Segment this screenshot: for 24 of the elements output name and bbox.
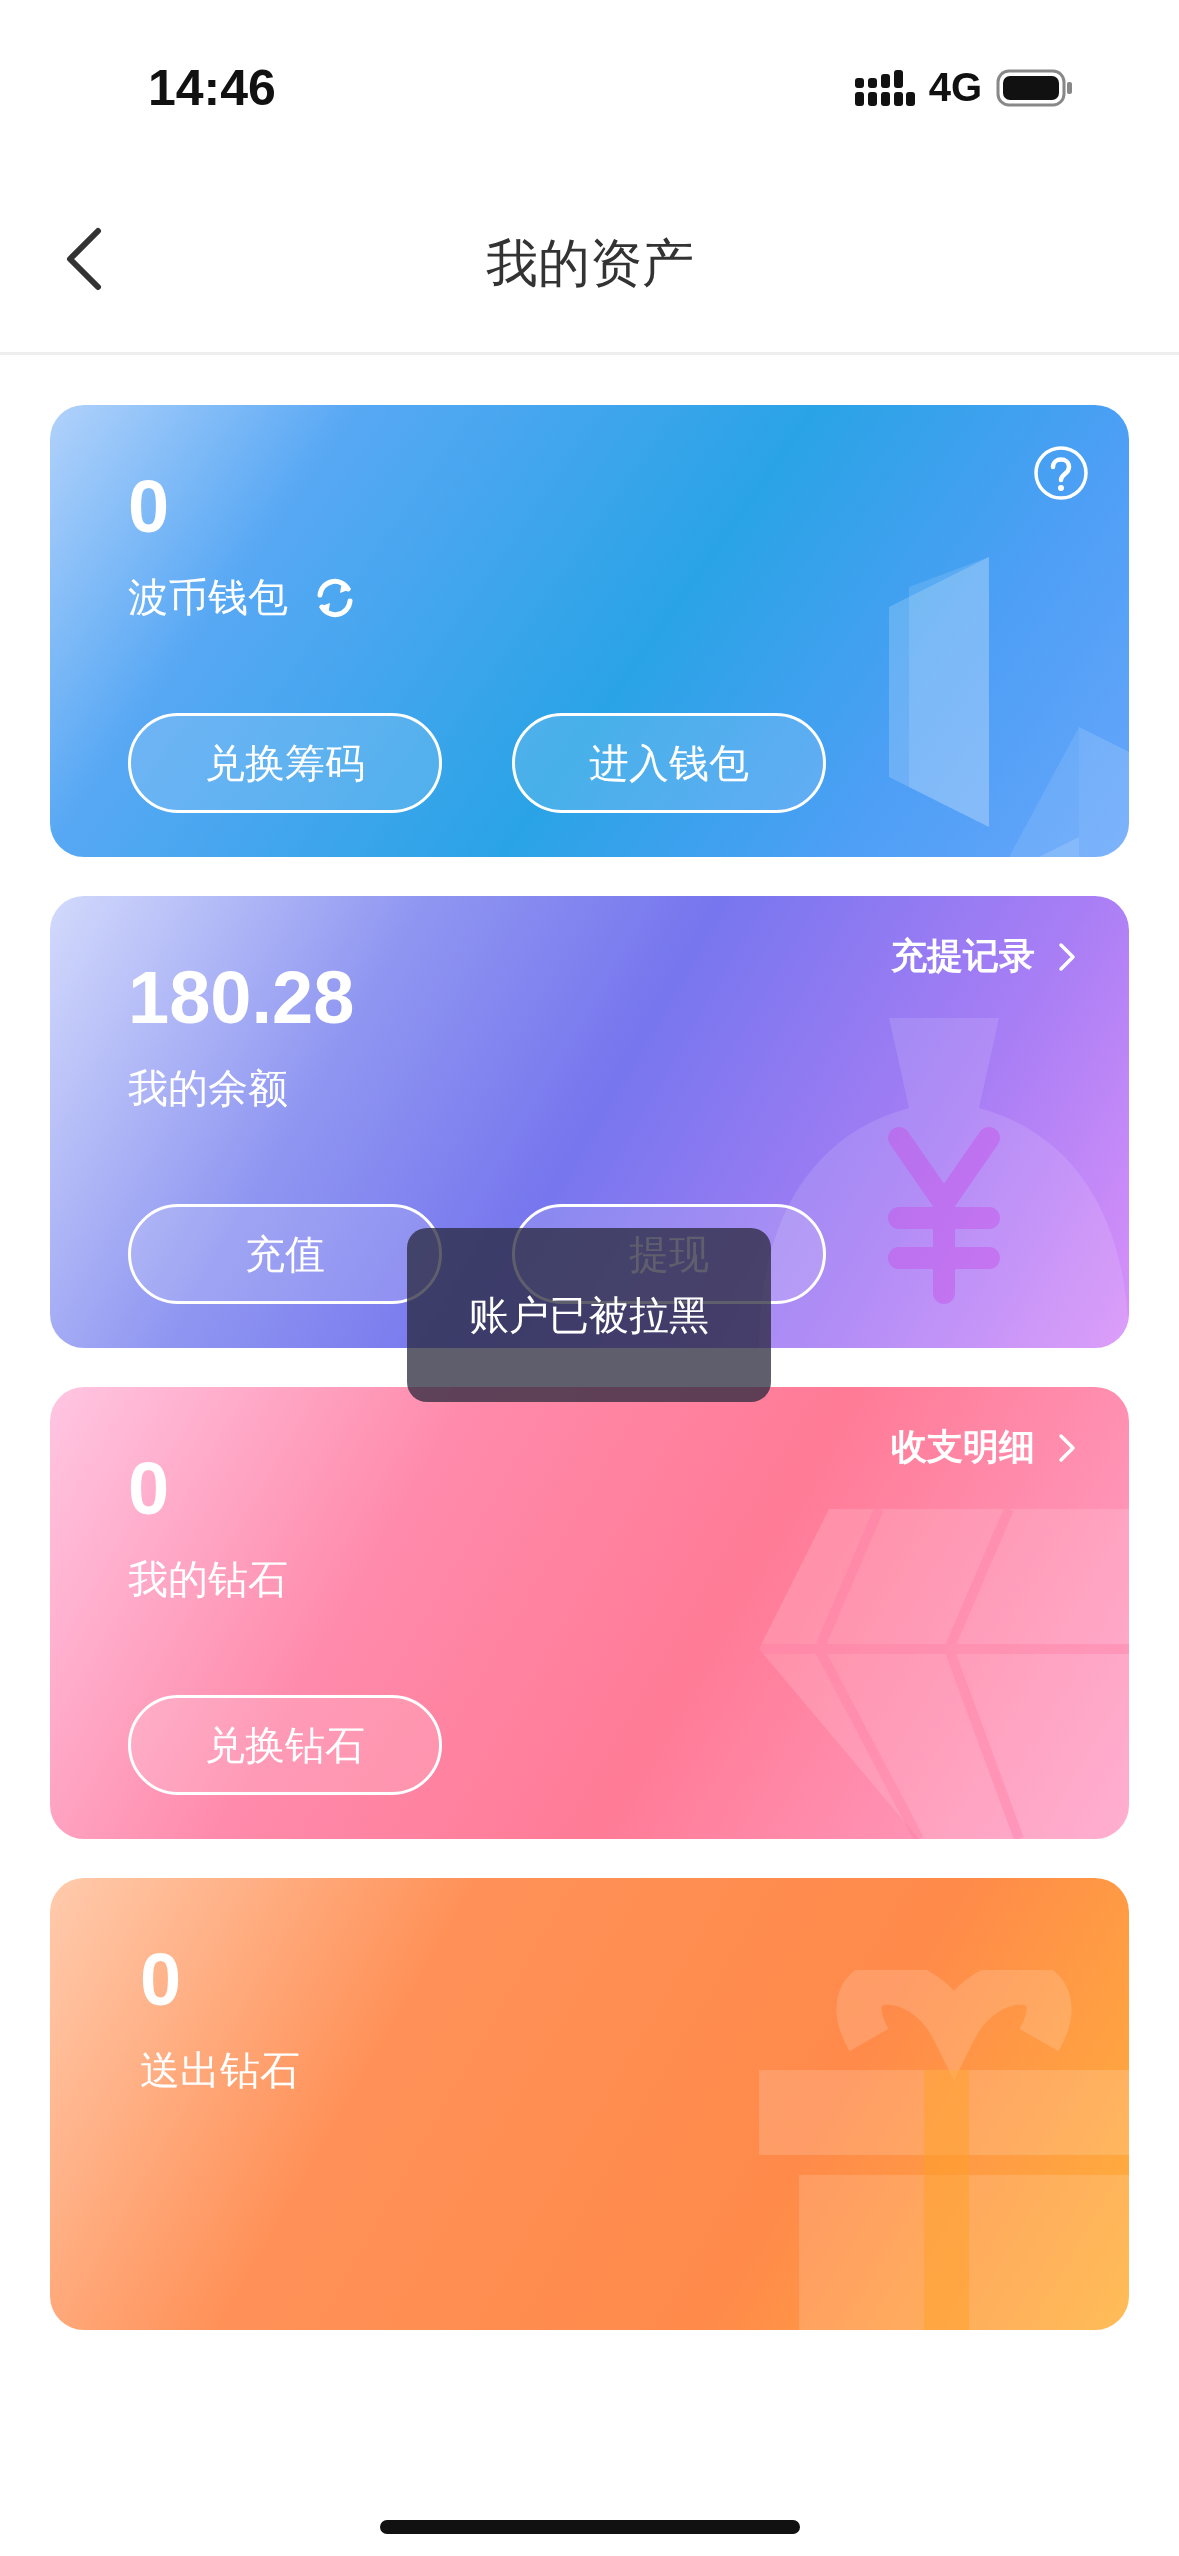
asset-label: 我的余额 [128, 1064, 288, 1113]
amount-value: 180.28 [128, 961, 355, 1035]
asset-label: 我的钻石 [128, 1555, 288, 1604]
record-link[interactable]: 收支明细 [891, 1423, 1077, 1472]
status-time: 14:46 [148, 58, 276, 117]
network-label: 4G [928, 65, 982, 110]
gift-icon [759, 1970, 1129, 2330]
action-button[interactable]: 兑换钻石 [128, 1695, 442, 1795]
signal-icon [854, 69, 915, 106]
diamond-icon [759, 1509, 1129, 1839]
battery-icon [996, 68, 1074, 107]
back-icon[interactable] [64, 227, 104, 291]
amount-value: 0 [128, 1452, 170, 1526]
asset-label: 送出钻石 [140, 2046, 300, 2095]
help-icon[interactable] [1033, 445, 1089, 501]
amount-value: 0 [128, 470, 170, 544]
record-link[interactable]: 充提记录 [891, 932, 1077, 981]
action-button[interactable]: 进入钱包 [512, 713, 826, 813]
page-title: 我的资产 [485, 231, 694, 295]
chevron-right-icon[interactable] [1057, 1431, 1077, 1464]
asset-label: 波币钱包 [128, 573, 288, 622]
chevron-right-icon[interactable] [1057, 940, 1077, 973]
action-button[interactable]: 兑换筹码 [128, 713, 442, 813]
amount-value: 0 [140, 1943, 182, 2017]
